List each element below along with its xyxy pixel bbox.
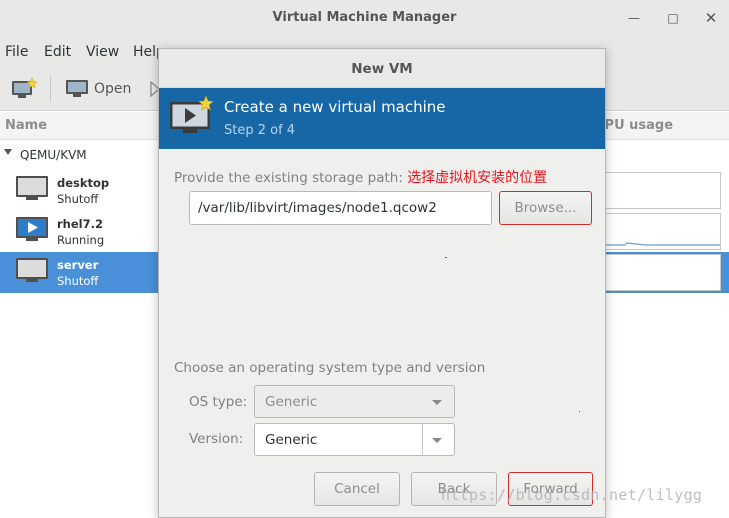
dialog-title: New VM <box>159 49 605 88</box>
menu-view[interactable]: View <box>86 44 119 60</box>
vm-state: Shutoff <box>57 274 99 288</box>
new-vm-button[interactable] <box>11 76 37 102</box>
cancel-button[interactable]: Cancel <box>314 472 400 506</box>
combo-separator <box>422 424 423 455</box>
version-label: Version: <box>189 431 244 447</box>
dialog-header-title: Create a new virtual machine <box>224 98 446 116</box>
create-vm-icon <box>170 96 214 133</box>
storage-path-text: Provide the existing storage path: <box>174 170 403 186</box>
open-label: Open <box>94 81 132 97</box>
cpu-graph <box>604 254 721 291</box>
monitor-icon <box>66 80 88 97</box>
window-title: Virtual Machine Manager <box>272 10 457 25</box>
menu-file[interactable]: File <box>5 44 28 60</box>
cpu-graph <box>604 213 721 250</box>
cpu-sparkline <box>605 242 720 246</box>
vm-state: Running <box>57 233 105 247</box>
new-vm-icon <box>12 78 37 98</box>
version-combo[interactable]: Generic <box>254 423 455 456</box>
open-button[interactable]: Open <box>66 76 131 102</box>
cpu-graph <box>604 172 721 209</box>
os-type-label: OS type: <box>189 394 248 410</box>
toolbar-separator <box>50 76 51 102</box>
menu-edit[interactable]: Edit <box>44 44 71 60</box>
column-cpu-usage[interactable]: CPU usage <box>595 118 673 133</box>
os-section-label: Choose an operating system type and vers… <box>174 360 486 376</box>
os-type-value: Generic <box>265 393 318 410</box>
storage-annotation: 选择虚拟机安装的位置 <box>407 170 548 186</box>
minimize-icon[interactable]: — <box>624 0 644 36</box>
maximize-icon[interactable]: □ <box>663 0 683 36</box>
vm-name: server <box>57 258 99 272</box>
storage-path-input[interactable]: /var/lib/libvirt/images/node1.qcow2 <box>189 191 492 225</box>
vm-off-icon <box>16 176 48 200</box>
dialog-header: Create a new virtual machine Step 2 of 4 <box>159 88 605 149</box>
connection-label: QEMU/KVM <box>20 148 87 162</box>
column-name[interactable]: Name <box>5 118 47 133</box>
close-icon[interactable]: ✕ <box>701 0 721 36</box>
version-value: Generic <box>265 431 318 448</box>
vm-running-icon <box>16 217 48 241</box>
browse-button[interactable]: Browse... <box>499 191 592 225</box>
vm-name: rhel7.2 <box>57 217 103 231</box>
watermark: https://blog.csdn.net/lilygg <box>441 486 703 504</box>
stray-dot <box>579 411 580 412</box>
window-titlebar: Virtual Machine Manager <box>0 0 729 37</box>
stray-dot <box>445 257 447 258</box>
chevron-down-icon <box>432 400 442 405</box>
expander-icon[interactable] <box>4 149 12 155</box>
os-type-select[interactable]: Generic <box>254 385 455 418</box>
new-vm-dialog: New VM Create a new virtual machine Step… <box>158 48 606 518</box>
dialog-step-indicator: Step 2 of 4 <box>224 123 296 138</box>
vm-state: Shutoff <box>57 192 99 206</box>
vm-name: desktop <box>57 176 110 190</box>
storage-path-label: Provide the existing storage path: 选择虚拟机… <box>174 167 547 187</box>
vm-off-icon <box>16 258 48 282</box>
chevron-down-icon[interactable] <box>432 438 442 443</box>
